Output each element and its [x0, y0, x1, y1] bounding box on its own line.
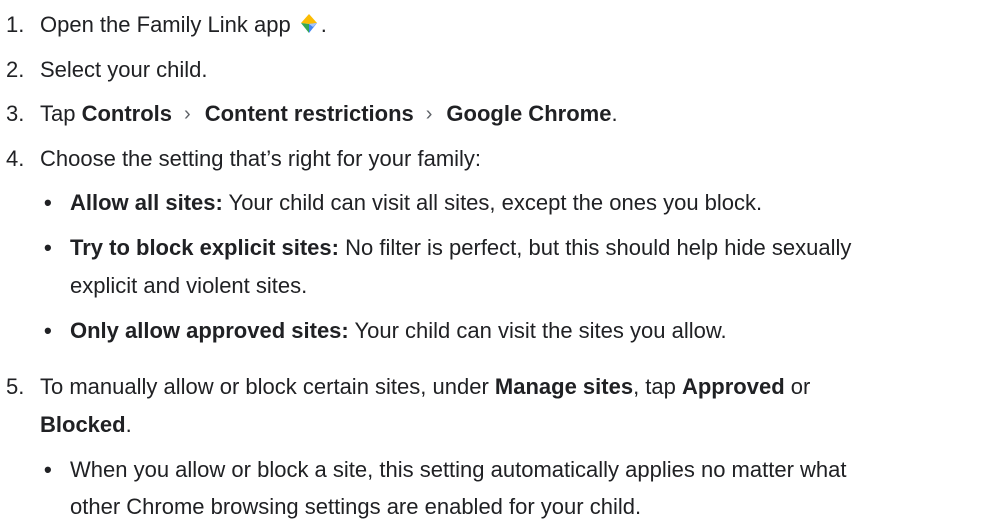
- step-number: 1.: [6, 12, 25, 37]
- bullet: •: [44, 190, 52, 215]
- step-5-note: • When you allow or block a site, this se…: [44, 457, 847, 483]
- approved-label: Approved: [681, 374, 785, 399]
- step-text: Choose the setting that’s right for your…: [40, 146, 482, 171]
- step-5-cont: Blocked.: [40, 412, 132, 438]
- option-allow-all-sites: • Allow all sites: Your child can visit a…: [44, 190, 762, 216]
- option-description: No filter is perfect, but this should he…: [345, 235, 852, 260]
- step-text: To manually allow or block certain sites…: [40, 374, 495, 399]
- option-description: Your child can visit the sites you allow…: [354, 318, 727, 343]
- family-link-app-icon: [297, 12, 321, 36]
- step-text: Tap: [40, 101, 82, 126]
- step-4: 4. Choose the setting that’s right for yo…: [0, 146, 481, 172]
- option-title: Try to block explicit sites:: [70, 235, 339, 260]
- step-1: 1. Open the Family Link app.: [0, 12, 327, 38]
- step-text: , tap: [633, 374, 682, 399]
- path-google-chrome: Google Chrome: [446, 101, 612, 126]
- step-number: 5.: [6, 374, 25, 399]
- step-text: Select your child.: [40, 57, 208, 82]
- option-block-explicit-sites-cont: explicit and violent sites.: [70, 273, 307, 299]
- option-title: Allow all sites:: [70, 190, 223, 215]
- path-controls: Controls: [81, 101, 173, 126]
- option-description-cont: explicit and violent sites.: [70, 273, 308, 298]
- bullet: •: [44, 457, 52, 482]
- step-text-end: .: [611, 101, 618, 126]
- step-text-end: .: [125, 412, 132, 437]
- note-text-cont: other Chrome browsing settings are enabl…: [70, 494, 642, 519]
- chevron-right-icon: ›: [425, 103, 433, 125]
- option-only-approved-sites: • Only allow approved sites: Your child c…: [44, 318, 727, 344]
- option-title: Only allow approved sites:: [70, 318, 349, 343]
- note-text: When you allow or block a site, this set…: [70, 457, 847, 482]
- step-number: 2.: [6, 57, 25, 82]
- bullet: •: [44, 235, 52, 260]
- step-text-end: .: [320, 12, 327, 37]
- step-number: 4.: [6, 146, 25, 171]
- bullet: •: [44, 318, 52, 343]
- step-2: 2. Select your child.: [0, 57, 208, 83]
- manage-sites-label: Manage sites: [494, 374, 634, 399]
- step-5: 5. To manually allow or block certain sit…: [0, 374, 810, 400]
- step-5-note-cont: other Chrome browsing settings are enabl…: [70, 494, 641, 520]
- step-number: 3.: [6, 101, 25, 126]
- step-3: 3. Tap Controls › Content restrictions › Goog…: [0, 101, 618, 128]
- step-text: Open the Family Link app: [40, 12, 291, 37]
- step-text: or: [784, 374, 811, 399]
- chevron-right-icon: ›: [184, 103, 191, 125]
- option-block-explicit-sites: • Try to block explicit sites: No filter …: [44, 235, 851, 261]
- path-content-restrictions: Content restrictions: [204, 101, 414, 126]
- blocked-label: Blocked: [40, 412, 126, 437]
- option-description: Your child can visit all sites, except t…: [228, 190, 763, 215]
